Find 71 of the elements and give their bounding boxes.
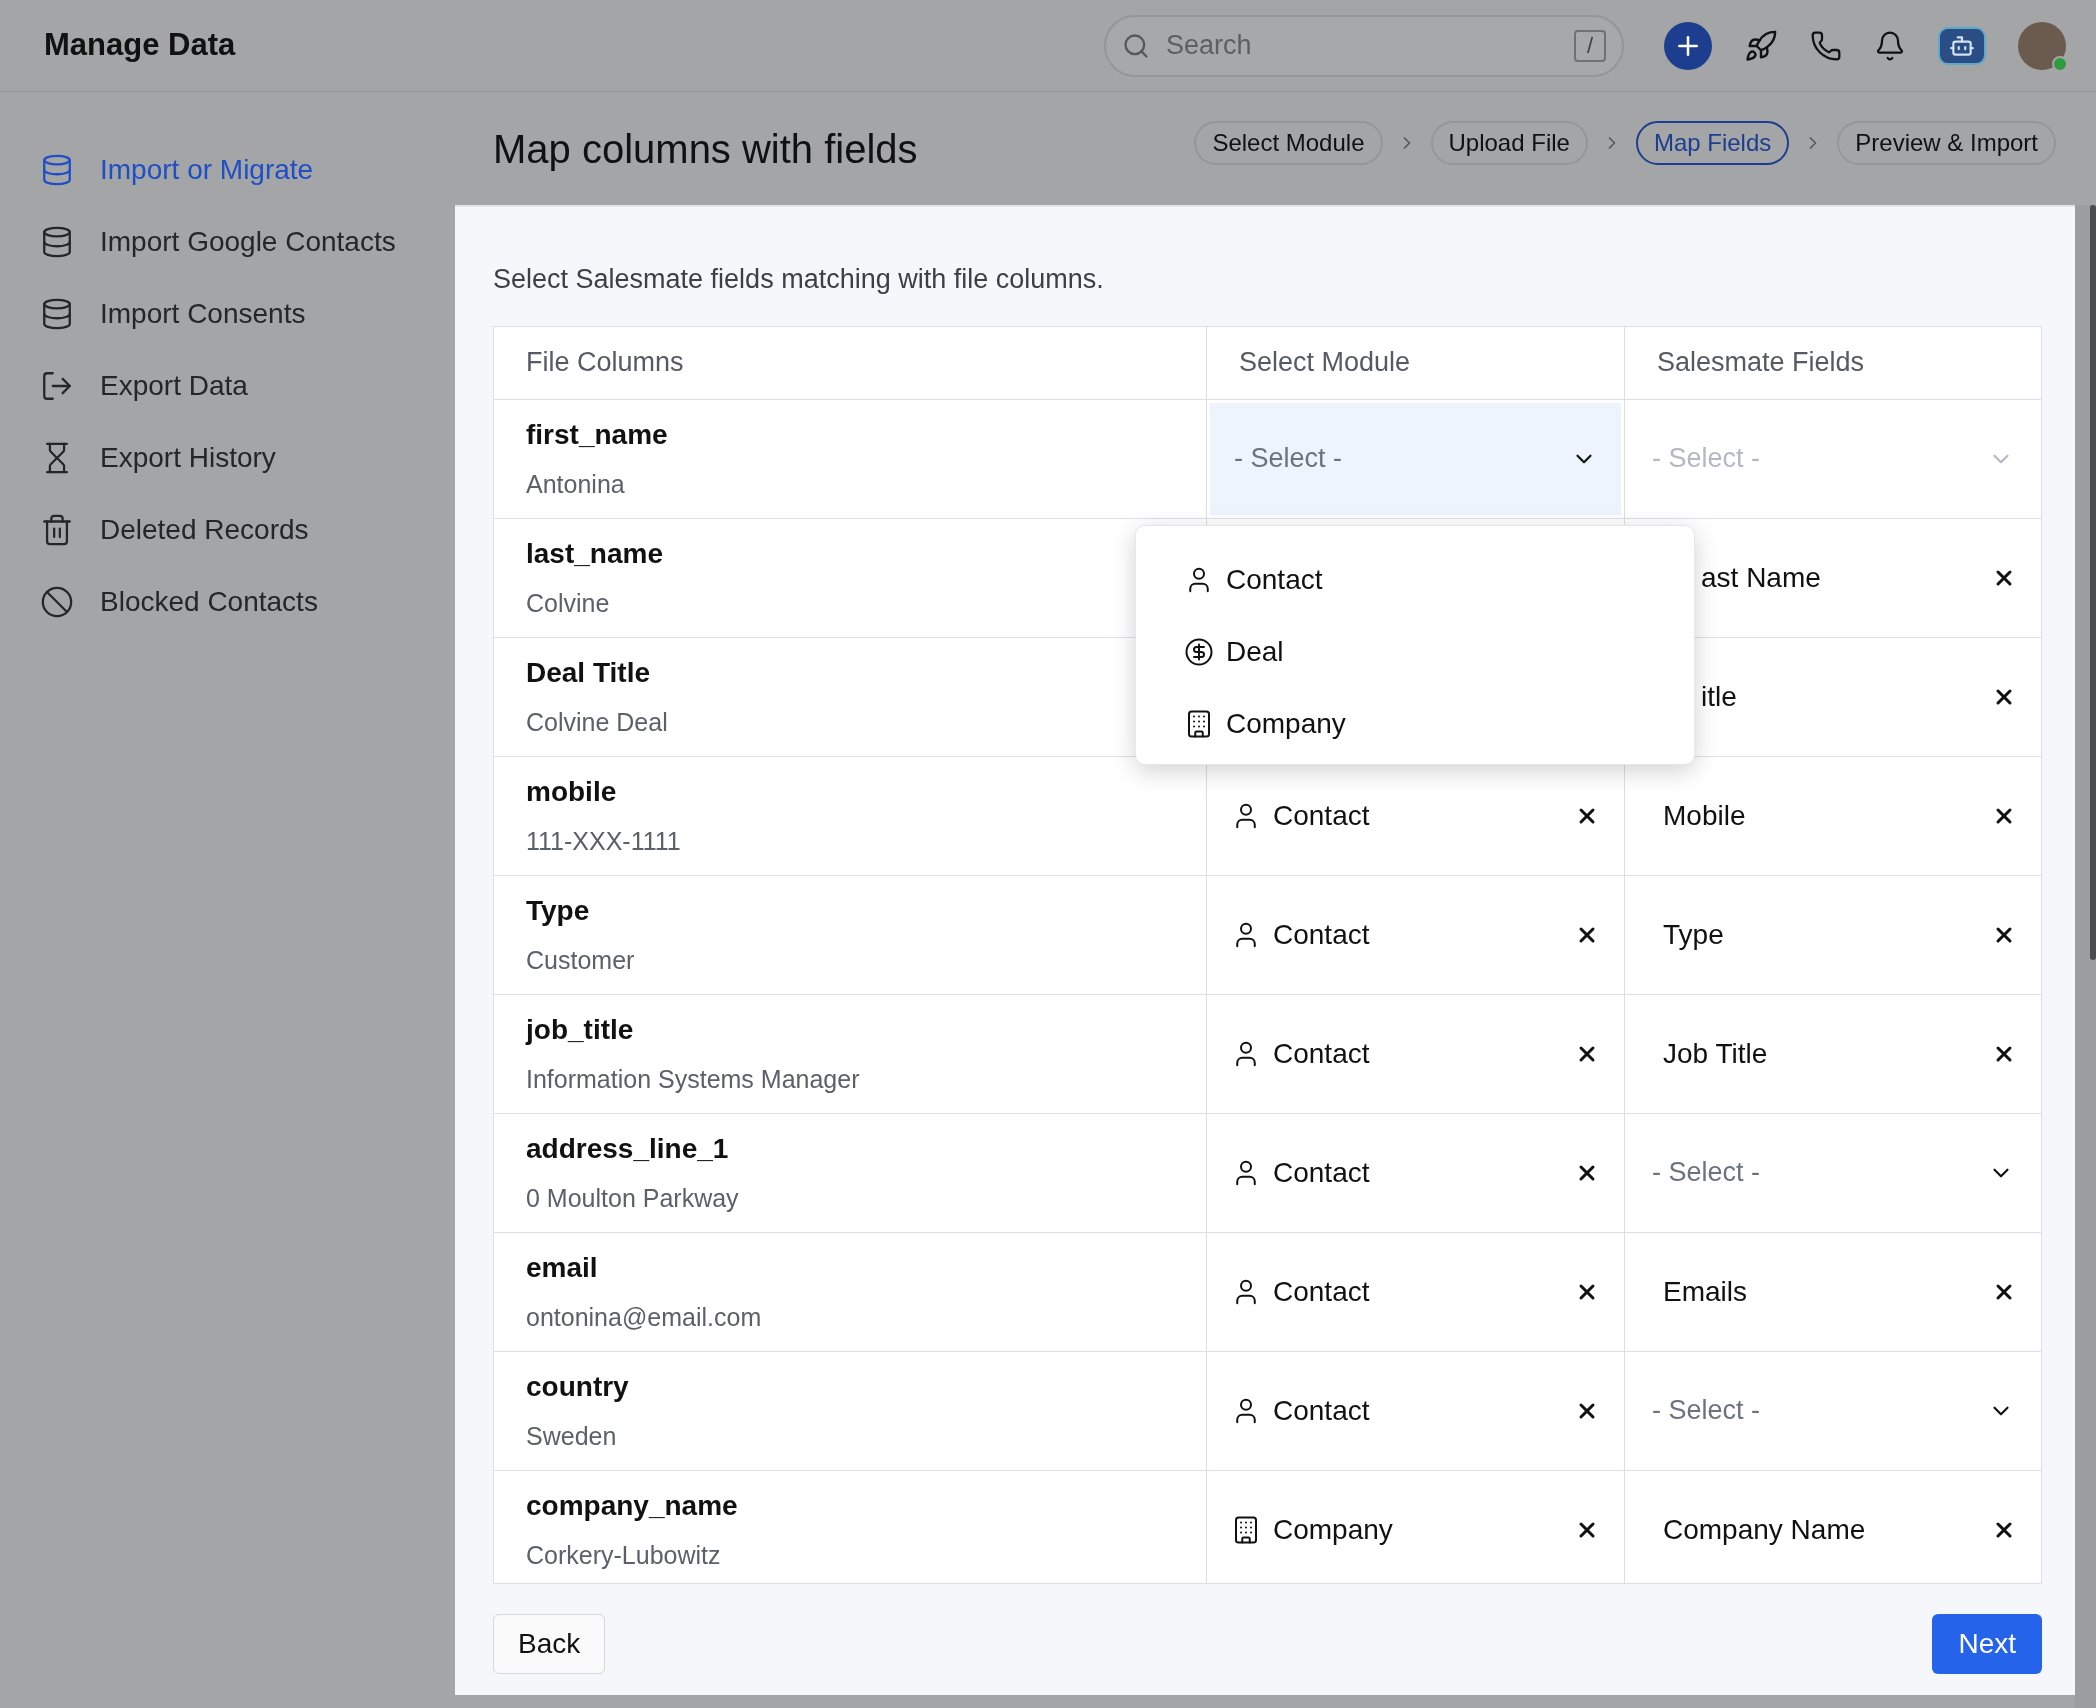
field-name: Mobile [1663,798,1746,833]
column-name: last_name [526,536,664,571]
field-name: ast Name [1701,560,1821,595]
column-header: Salesmate Fields [1657,346,1865,380]
dropdown-option[interactable]: Company [1136,687,1694,760]
add-button[interactable] [1664,21,1712,70]
export-icon [40,369,74,403]
column-name: email [526,1250,599,1285]
step-pill[interactable]: Map Fields [1635,120,1790,165]
module-name: Contact [1273,798,1370,833]
column-name: company_name [526,1488,739,1523]
column-name: first_name [526,417,669,452]
sidebar-item[interactable]: Deleted Records [40,494,455,566]
step-pill[interactable]: Preview & Import [1837,120,2056,165]
sample-value: 0 Moulton Parkway [526,1182,740,1214]
next-button[interactable]: Next [1932,1613,2042,1674]
module-name: Contact [1273,1155,1370,1190]
column-name: country [526,1369,630,1404]
field-name: itle [1701,679,1737,714]
module-select[interactable]: - Select - [1210,402,1621,515]
avatar[interactable] [2018,21,2066,70]
sample-value: Colvine [526,587,611,619]
app-title: Manage Data [44,26,236,65]
sidebar-item[interactable]: Import Google Contacts [40,206,455,278]
dropdown-option[interactable]: Contact [1136,543,1694,616]
shortcut-key: / [1574,29,1606,62]
page-title: Map columns with fields [493,125,918,173]
sidebar-item[interactable]: Export History [40,422,455,494]
column-header: File Columns [526,346,684,380]
module-name: Company [1273,1512,1393,1547]
sidebar-item[interactable]: Import Consents [40,278,455,350]
back-button[interactable]: Back [493,1613,606,1674]
robot-icon[interactable] [1938,26,1986,65]
sample-value: Customer [526,944,636,976]
module-name: Contact [1273,917,1370,952]
column-name: mobile [526,774,618,809]
sample-value: Sweden [526,1420,618,1452]
step-pill[interactable]: Upload File [1430,120,1588,165]
blocked-icon [40,585,74,619]
sidebar-item[interactable]: Blocked Contacts [40,566,455,638]
database-icon [40,153,74,187]
phone-icon[interactable] [1810,29,1842,62]
field-name: Company Name [1663,1512,1866,1547]
sample-value: Antonina [526,468,626,500]
field-name: Emails [1663,1274,1747,1309]
column-name: address_line_1 [526,1131,730,1166]
sample-value: Corkery-Lubowitz [526,1539,722,1571]
module-name: Contact [1273,1274,1370,1309]
dropdown-option[interactable]: Deal [1136,615,1694,688]
trash-icon [40,513,74,547]
sample-value: Information Systems Manager [526,1063,861,1095]
sample-value: 111-XXX-1111 [526,825,682,857]
column-header: Select Module [1239,346,1411,380]
step-pill[interactable]: Select Module [1194,120,1383,165]
rocket-icon[interactable] [1744,28,1778,63]
database-icon [40,297,74,331]
field-name: Type [1663,917,1724,952]
sample-value: Colvine Deal [526,706,669,738]
database-icon [40,225,74,259]
sidebar-item[interactable]: Export Data [40,350,455,422]
module-name: Contact [1273,1036,1370,1071]
search-icon [1122,31,1150,60]
column-name: Type [526,893,591,928]
column-name: job_title [526,1012,635,1047]
module-name: Contact [1273,1393,1370,1428]
sample-value: ontonina@email.com [526,1301,763,1333]
dollar-icon [1184,636,1214,667]
column-name: Deal Title [526,655,651,690]
bell-icon[interactable] [1874,29,1906,62]
field-name: Job Title [1663,1036,1768,1071]
instruction-text: Select Salesmate fields matching with file columns. [493,263,1105,296]
